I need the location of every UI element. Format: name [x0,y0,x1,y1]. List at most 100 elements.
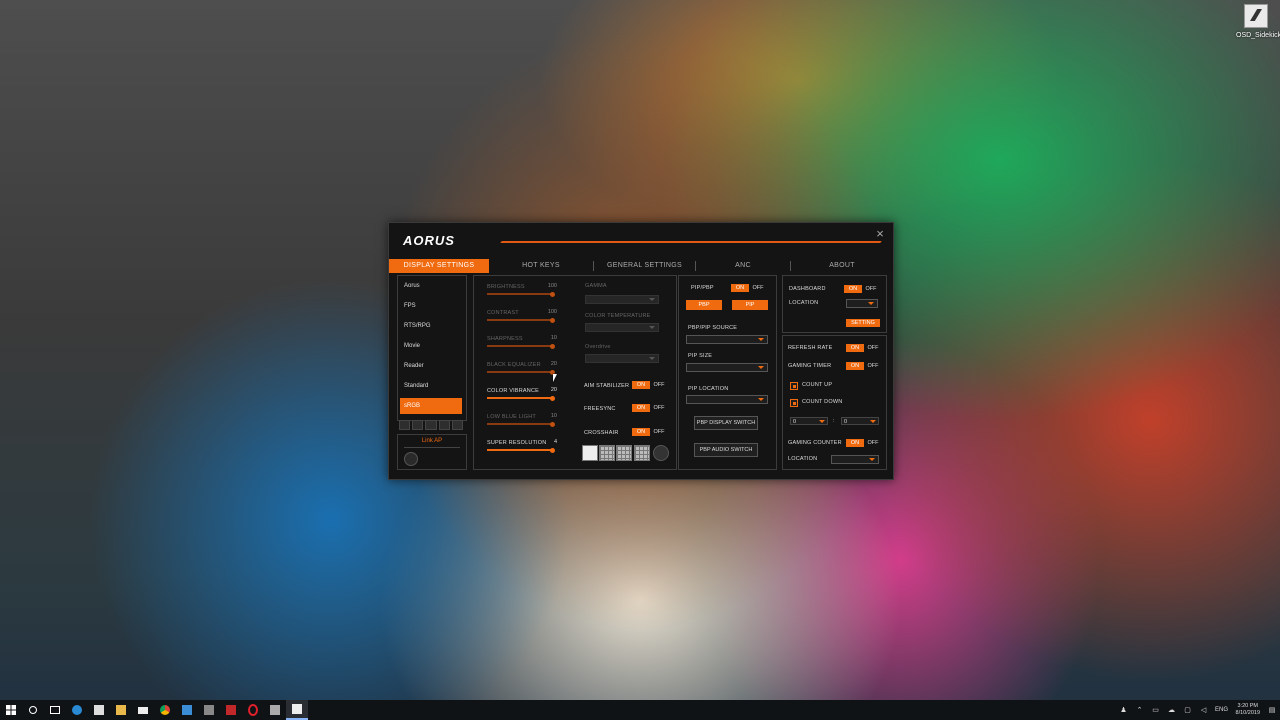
store-button[interactable] [88,700,110,720]
crosshair-style-1[interactable] [582,445,598,461]
count-up-checkbox[interactable] [790,382,798,390]
slider-handle[interactable] [550,421,555,427]
notifications-icon[interactable]: ▤ [1266,705,1278,715]
dashboard-label: DASHBOARD [789,286,826,292]
pbp-audio-switch-button[interactable]: PBP AUDIO SWITCH [694,443,758,457]
osd-sidekick-taskbar-button[interactable] [286,700,308,720]
slider-track[interactable] [487,395,555,401]
mode-small-icon[interactable] [412,420,424,430]
mode-small-icon[interactable] [438,420,450,430]
store-icon [94,705,104,715]
tab-general-settings[interactable]: GENERAL SETTINGS [594,259,695,273]
chevron-up-icon[interactable]: ⌃ [1134,705,1146,715]
toggle-off: OFF [867,345,879,351]
network-icon[interactable]: ▭ [1150,705,1162,715]
pip-size-dropdown[interactable] [686,363,768,372]
slider-handle[interactable] [550,317,555,323]
dashboard-toggle[interactable]: ON OFF [844,285,880,293]
crosshair-style-2[interactable] [599,445,615,461]
overdrive-dropdown[interactable] [585,354,659,363]
crosshair-color[interactable] [653,445,669,461]
freesync-toggle[interactable]: ON OFF [632,404,668,412]
mode-movie[interactable]: Movie [400,338,462,354]
people-icon[interactable]: ♟ [1118,705,1130,715]
gamma-dropdown[interactable] [585,295,659,304]
tab-anc[interactable]: ANC [696,259,790,273]
app-button[interactable] [176,700,198,720]
volume-icon[interactable]: ◁ [1198,705,1210,715]
pip-location-dropdown[interactable] [686,395,768,404]
link-ap-button[interactable] [404,452,418,466]
mode-fps[interactable]: FPS [400,298,462,314]
task-view-button[interactable] [44,700,66,720]
timer-seconds-dropdown[interactable]: 0 [841,417,879,425]
language-indicator[interactable]: ENG [1214,705,1230,715]
toggle-on: ON [731,284,749,292]
mode-srgb[interactable]: sRGB [400,398,462,414]
slider-handle[interactable] [550,447,555,453]
refresh-rate-toggle[interactable]: ON OFF [846,344,882,352]
crosshair-toggle[interactable]: ON OFF [632,428,668,436]
count-down-checkbox[interactable] [790,399,798,407]
search-button[interactable] [22,700,44,720]
desktop-icon-osd-sidekick[interactable]: OSD_Sidekick [1236,4,1280,39]
pbp-pip-source-dropdown[interactable] [686,335,768,344]
slider-track[interactable] [487,317,555,323]
timer-minutes-dropdown[interactable]: 0 [790,417,828,425]
mode-standard[interactable]: Standard [400,378,462,394]
dashboard-setting-button[interactable]: SETTING [846,319,880,327]
mode-aorus[interactable]: Aorus [400,278,462,294]
app-button[interactable] [220,700,242,720]
pbp-display-switch-button[interactable]: PBP DISPLAY SWITCH [694,416,758,430]
pbp-button[interactable]: PBP [686,300,722,310]
aim-stabilizer-toggle[interactable]: ON OFF [632,381,668,389]
tab-hot-keys[interactable]: HOT KEYS [489,259,593,273]
gaming-timer-toggle[interactable]: ON OFF [846,362,882,370]
dashboard-location-dropdown[interactable] [846,299,878,308]
slider-handle[interactable] [550,291,555,297]
slider-value: 4 [553,439,557,445]
counter-location-dropdown[interactable] [831,455,879,464]
slider-label: SHARPNESS [487,336,523,342]
title-bar[interactable]: AORUS × [389,223,893,259]
tab-display-settings[interactable]: DISPLAY SETTINGS [389,259,489,273]
slider-track[interactable] [487,447,555,453]
pip-button[interactable]: PIP [732,300,768,310]
app-button[interactable] [198,700,220,720]
color-temperature-dropdown[interactable] [585,323,659,332]
cloud-icon[interactable]: ☁ [1166,705,1178,715]
slider-handle[interactable] [550,395,555,401]
mode-small-icon[interactable] [399,420,411,430]
chrome-button[interactable] [154,700,176,720]
toggle-off: OFF [867,440,879,446]
aim-stabilizer-label: AIM STABILIZER [584,383,630,389]
mail-button[interactable] [132,700,154,720]
mode-reader[interactable]: Reader [400,358,462,374]
search-icon [29,706,37,714]
mode-small-icon[interactable] [425,420,437,430]
slider-track[interactable] [487,369,555,375]
toggle-on: ON [846,362,864,370]
app-button[interactable] [264,700,286,720]
dashboard-location-label: LOCATION [789,300,819,306]
slider-track[interactable] [487,343,555,349]
pip-size-label: PIP SIZE [688,353,713,359]
toggle-on: ON [632,428,650,436]
slider-track[interactable] [487,291,555,297]
mode-small-icon[interactable] [451,420,464,430]
close-button[interactable]: × [873,227,887,241]
slider-track[interactable] [487,421,555,427]
crosshair-style-4[interactable] [634,445,650,461]
start-button[interactable] [0,700,22,720]
tab-about[interactable]: ABOUT [791,259,893,273]
display-icon[interactable]: ▢ [1182,705,1194,715]
file-explorer-button[interactable] [110,700,132,720]
slider-handle[interactable] [550,343,555,349]
clock[interactable]: 3:20 PM 8/10/2019 [1236,703,1260,717]
crosshair-style-3[interactable] [616,445,632,461]
opera-button[interactable] [242,700,264,720]
edge-button[interactable] [66,700,88,720]
pip-pbp-toggle[interactable]: ON OFF [731,284,767,292]
gaming-counter-toggle[interactable]: ON OFF [846,439,882,447]
mode-rts-rpg[interactable]: RTS/RPG [400,318,462,334]
